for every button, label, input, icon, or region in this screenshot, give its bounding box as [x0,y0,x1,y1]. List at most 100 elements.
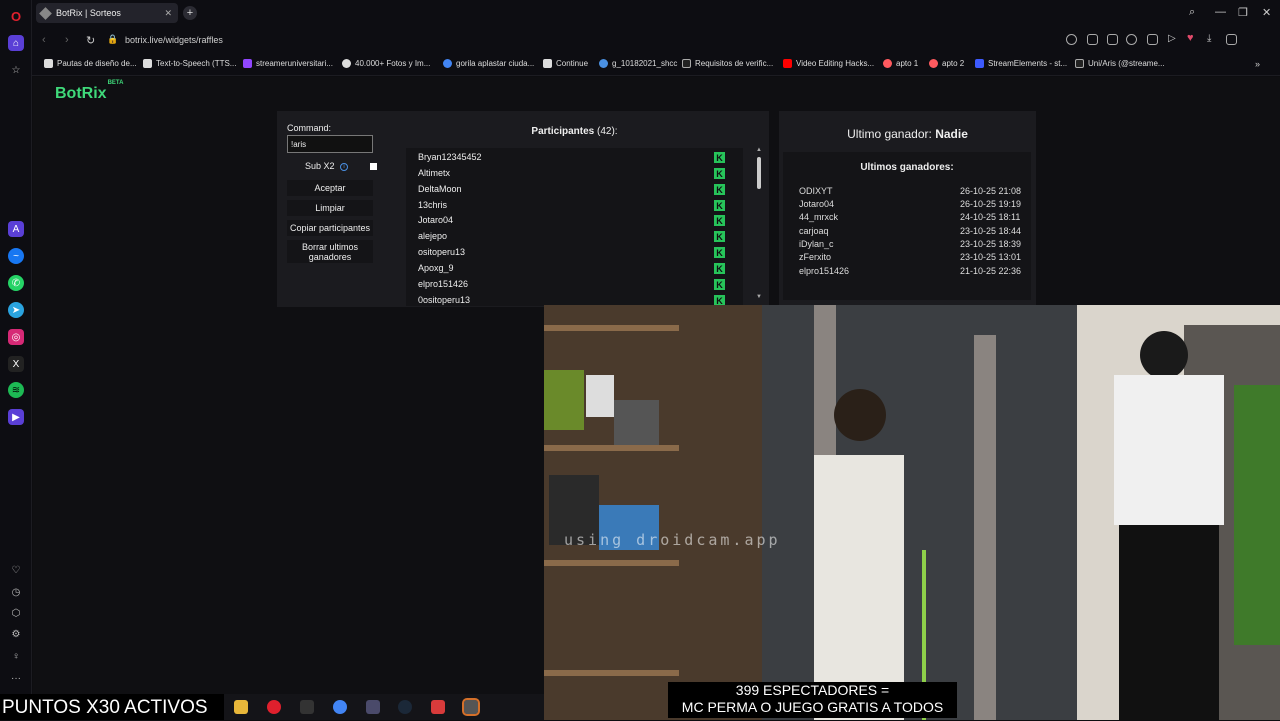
bookmark-item[interactable]: Uni/Aris (@streame... [1075,59,1165,68]
star-icon[interactable]: ☆ [8,62,24,78]
address-bar: ‹ › ↻ 🔒 botrix.live/widgets/raffles ▷ ♥ … [32,26,1280,54]
bookmark-item[interactable]: StreamElements - st... [975,59,1067,68]
opera-taskbar-icon[interactable] [267,700,281,714]
webcam-scene: using droidcam.app [544,305,1280,720]
more-bookmarks-icon[interactable]: » [1255,59,1260,69]
forward-icon[interactable]: › [65,34,69,46]
new-tab-button[interactable]: + [183,6,197,20]
clear-button[interactable]: Limpiar [287,200,373,216]
steam-icon[interactable] [398,700,412,714]
shield-icon[interactable] [1126,34,1137,45]
sub-x2-checkbox[interactable] [370,163,377,170]
calculator-icon[interactable] [366,700,380,714]
winner-date: 21-10-25 22:36 [960,266,1022,276]
bookmark-item[interactable]: Text-to-Speech (TTS... [143,59,236,68]
bookmark-item[interactable]: apto 1 [883,59,918,68]
messenger-icon[interactable]: ~ [8,248,24,264]
favorite-heart-icon[interactable]: ♥ [1186,31,1197,44]
camera-icon[interactable] [1107,34,1118,45]
aria-icon[interactable]: A [8,221,24,237]
bookmark-item[interactable]: g_10182021_shcc [599,59,677,68]
caption-line-2: MC PERMA O JUEGO GRATIS A TODOS [681,699,944,715]
minimize-icon[interactable]: — [1215,6,1226,18]
obs-icon[interactable] [462,698,480,716]
list-item: ositoperu13 [418,247,466,257]
info-icon[interactable]: i [340,163,348,171]
copy-participants-button[interactable]: Copiar participantes [287,220,373,236]
bookmark-item[interactable]: streameruniversitari... [243,59,333,68]
settings-icon[interactable]: ⚙ [8,626,24,642]
winner-date: 23-10-25 18:44 [960,226,1022,236]
home-icon[interactable]: ⌂ [8,35,24,51]
app-taskbar-icon[interactable] [300,700,314,714]
opera-logo-icon[interactable]: O [8,8,24,24]
play-icon[interactable]: ▷ [1167,32,1178,44]
kick-icon: K [714,152,725,163]
kick-icon: K [714,184,725,195]
winner-date: 23-10-25 18:39 [960,239,1022,249]
heart-icon[interactable]: ♡ [8,562,24,578]
winner-date: 26-10-25 21:08 [960,186,1022,196]
history-icon[interactable]: ◷ [8,584,24,600]
instagram-icon[interactable]: ◎ [8,329,24,345]
bookmark-item[interactable]: gorila aplastar ciuda... [443,59,534,68]
accept-button[interactable]: Aceptar [287,180,373,196]
winner-name: zFerxito [799,252,832,262]
app-red-icon[interactable] [431,700,445,714]
botrix-logo[interactable]: BotRixBETA [55,80,123,103]
reload-icon[interactable]: ↻ [86,34,95,47]
bookmark-item[interactable]: Continue [543,59,588,68]
kick-icon: K [714,200,725,211]
extensions-icon[interactable]: ⬡ [8,605,24,621]
search-tabs-icon[interactable]: ⌕ [1189,6,1195,19]
last-winner: Ultimo ganador: Nadie [779,127,1036,141]
command-label: Command: [287,123,332,133]
close-window-icon[interactable]: ✕ [1262,6,1271,19]
spotify-icon[interactable]: ≋ [8,382,24,398]
winner-name: ODIXYT [799,186,833,196]
file-explorer-icon[interactable] [234,700,248,714]
bookmark-item[interactable]: Video Editing Hacks... [783,59,874,68]
winner-name: 44_mrxck [799,212,839,222]
download-icon[interactable]: ⤓ [1206,32,1217,44]
back-icon[interactable]: ‹ [42,34,46,46]
list-item: elpro151426 [418,279,469,289]
more-icon[interactable]: ··· [8,670,24,686]
close-tab-icon[interactable]: ✕ [164,8,172,19]
search-page-icon[interactable] [1066,34,1077,45]
bookmark-item[interactable]: apto 2 [929,59,964,68]
url-field[interactable]: botrix.live/widgets/raffles [125,35,223,45]
account-icon[interactable] [1226,34,1237,45]
list-item: alejepo [418,231,448,241]
delete-winners-button[interactable]: Borrar ultimos ganadores [287,240,373,263]
list-item: Apoxg_9 [418,263,454,273]
vpn-icon[interactable] [1147,34,1158,45]
bookmark-item[interactable]: Pautas de diseño de... [44,59,137,68]
viewer-goal-caption: 399 ESPECTADORES = MC PERMA O JUEGO GRAT… [668,682,957,718]
list-item: DeltaMoon [418,184,462,194]
maximize-icon[interactable]: ❐ [1238,6,1248,19]
telegram-icon[interactable]: ➤ [8,302,24,318]
x-icon[interactable]: X [8,356,24,372]
chrome-icon[interactable] [333,700,347,714]
tips-icon[interactable]: ♀ [8,648,24,664]
scroll-down-icon[interactable]: ▼ [756,294,762,300]
participants-list[interactable]: Bryan12345452 Altimetx DeltaMoon 13chris… [406,148,743,306]
droidcam-watermark: using droidcam.app [564,531,781,549]
winner-name: elpro151426 [799,266,850,276]
bookmark-item[interactable]: Requisitos de verific... [682,59,773,68]
winner-date: 26-10-25 19:19 [960,199,1022,209]
command-input[interactable] [287,135,373,153]
bookmarks-bar: Pautas de diseño de... Text-to-Speech (T… [32,54,1280,76]
bookmark-item[interactable]: 40.000+ Fotos y Im... [342,59,430,68]
edit-icon[interactable] [1087,34,1098,45]
tab-botrix[interactable]: BotRix | Sorteos ✕ [36,3,178,23]
scroll-up-icon[interactable]: ▲ [756,147,762,153]
whatsapp-icon[interactable]: ✆ [8,275,24,291]
participants-scrollbar[interactable] [757,157,761,189]
list-item: Bryan12345452 [418,152,482,162]
player-icon[interactable]: ▶ [8,409,24,425]
list-item: 13chris [418,200,448,210]
winners-history-title: Ultimos ganadores: [860,162,954,173]
kick-icon: K [714,247,725,258]
